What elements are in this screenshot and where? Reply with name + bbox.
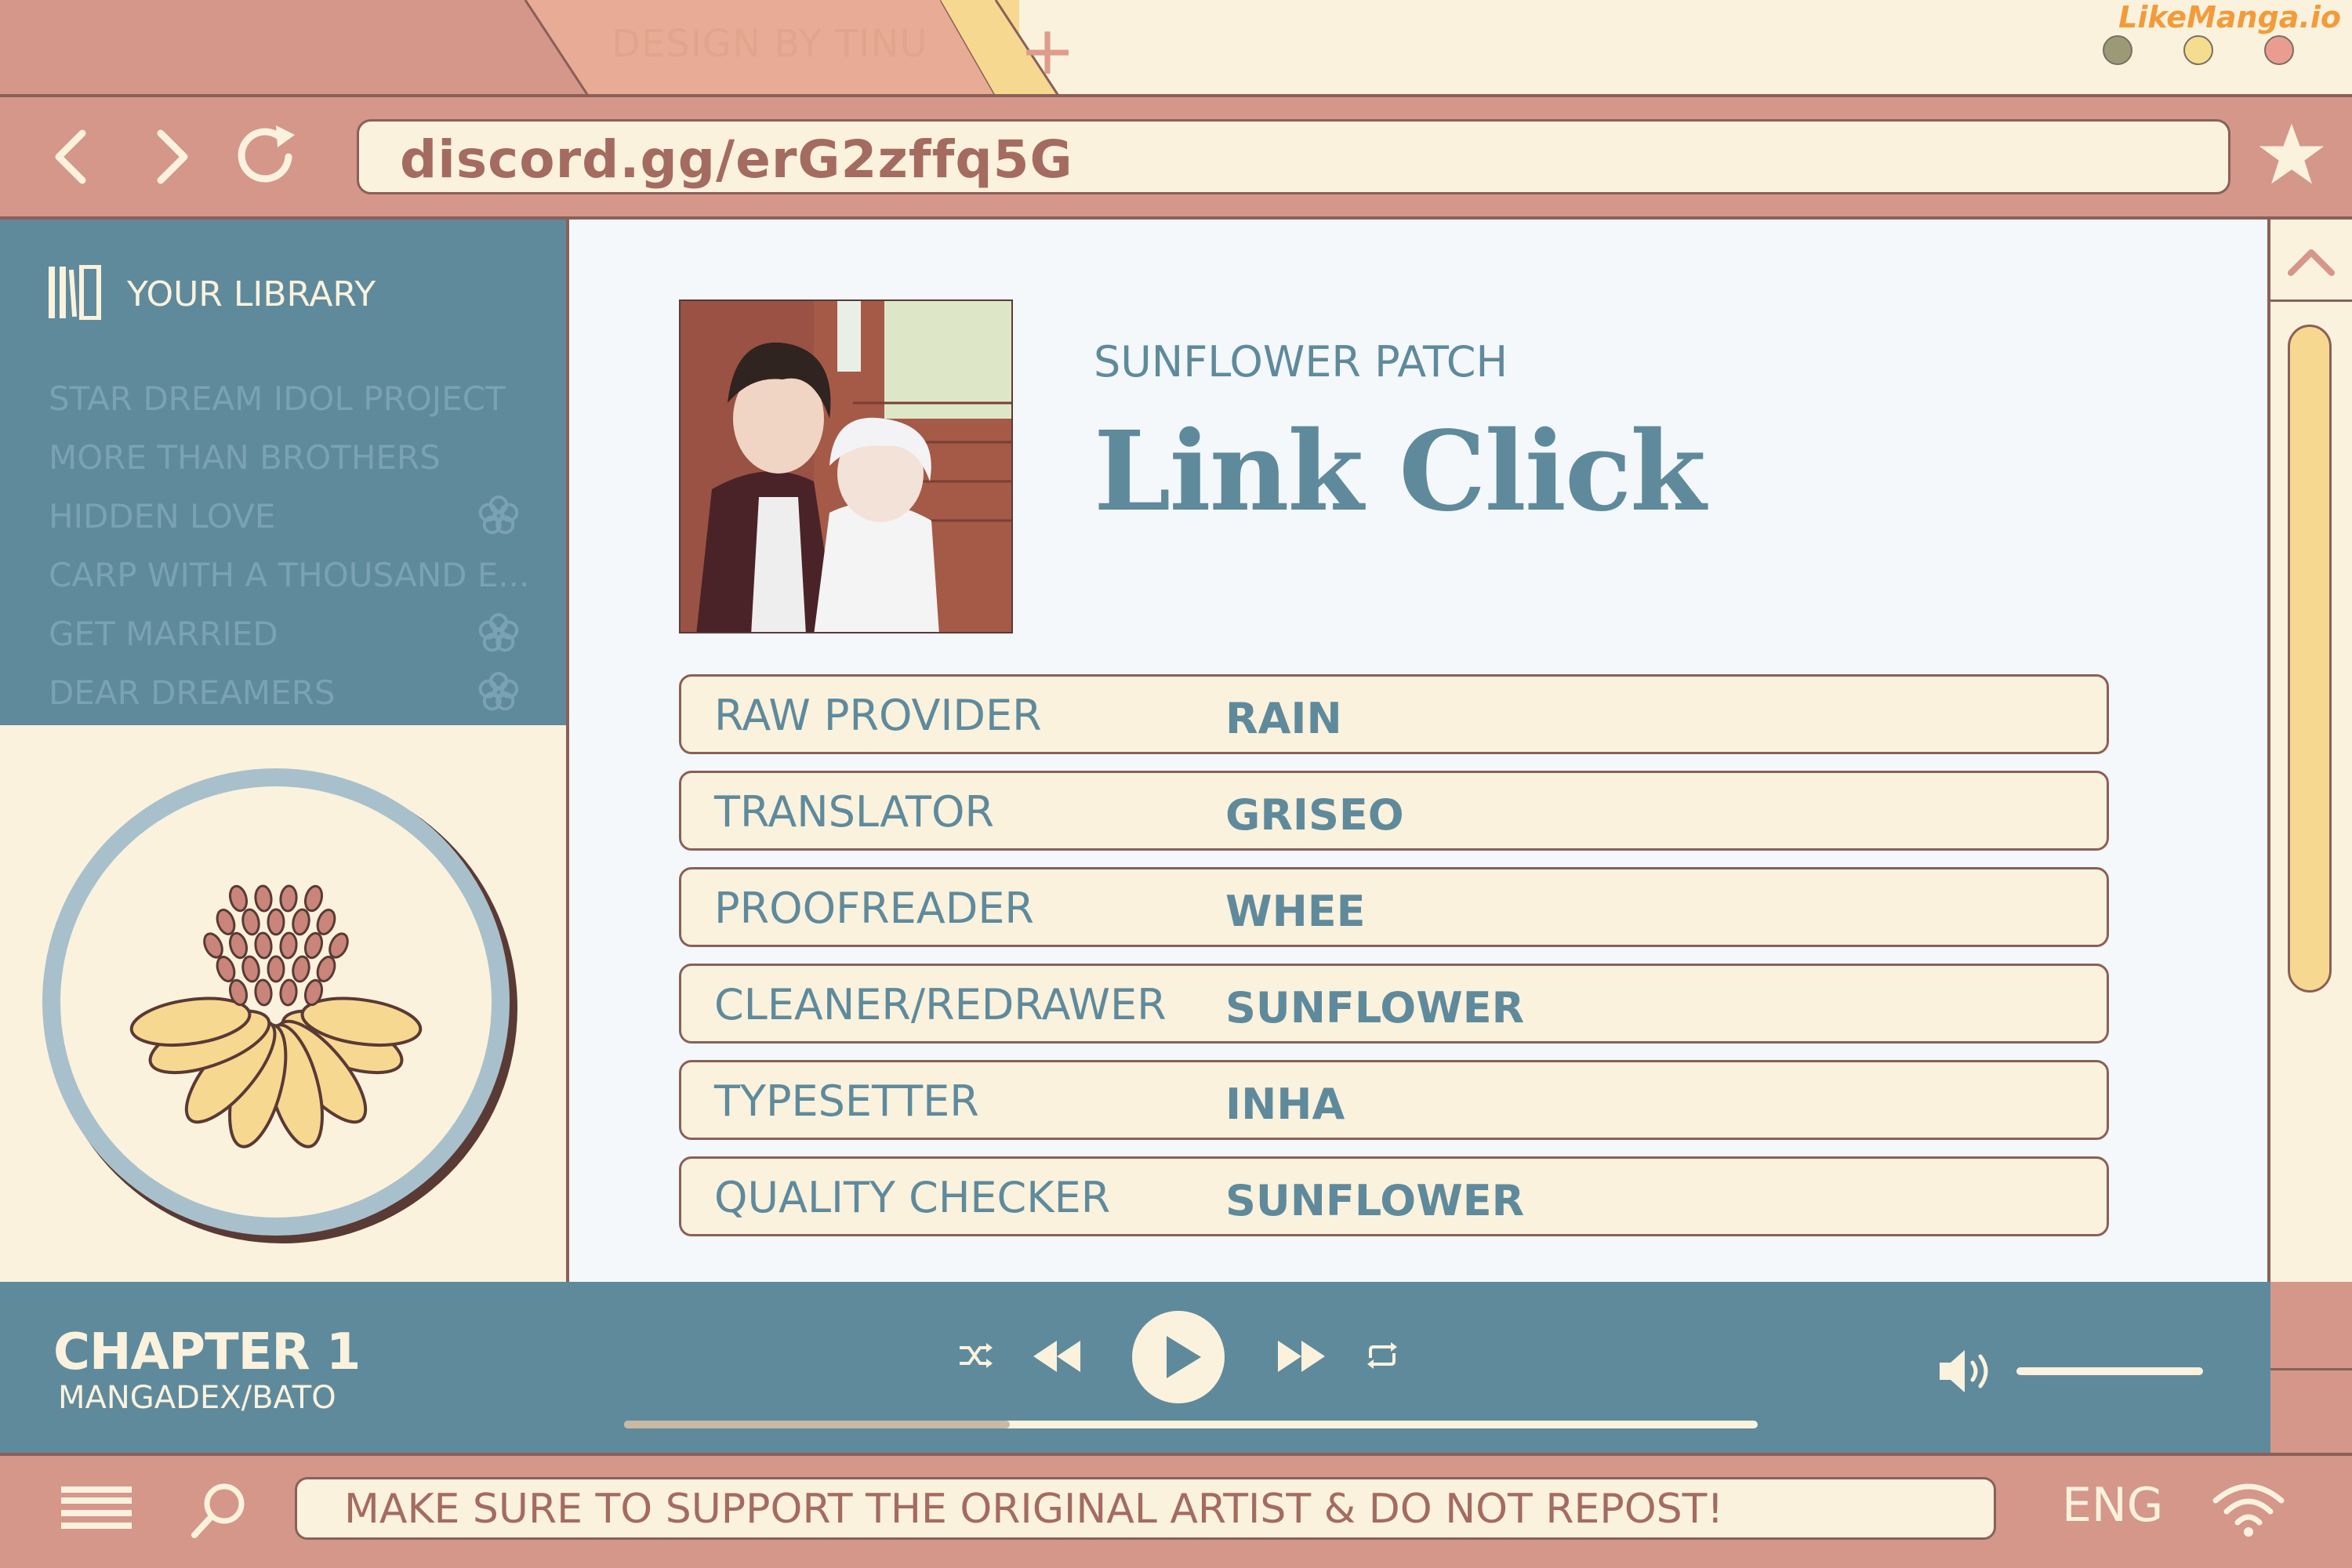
minimize-dot[interactable] — [2103, 35, 2132, 65]
language-indicator[interactable]: ENG — [2062, 1478, 2163, 1533]
credit-row: RAW PROVIDER RAIN — [679, 674, 2109, 754]
rewind-icon[interactable] — [1029, 1333, 1085, 1380]
credit-name: SUNFLOWER — [1225, 1176, 1525, 1225]
credit-role: RAW PROVIDER — [714, 691, 1042, 740]
tab-title[interactable]: DESIGN BY TINU — [612, 22, 928, 66]
progress-fill — [624, 1421, 1010, 1428]
flower-icon — [478, 613, 519, 652]
maximize-dot[interactable] — [2183, 35, 2213, 65]
chapter-title: CHAPTER 1 — [53, 1323, 361, 1381]
close-dot[interactable] — [2264, 35, 2294, 65]
library-item[interactable]: DEAR DREAMERS — [49, 673, 336, 712]
chapter-source: MANGADEX/BATO — [58, 1380, 336, 1416]
library-item[interactable]: GET MARRIED — [49, 615, 278, 653]
search-icon[interactable] — [187, 1479, 251, 1543]
library-item[interactable]: MORE THAN BROTHERS — [49, 438, 441, 477]
credit-row: CLEANER/REDRAWER SUNFLOWER — [679, 964, 2109, 1044]
library-icon — [49, 265, 101, 320]
credit-row: PROOFREADER WHEE — [679, 867, 2109, 947]
repeat-icon[interactable] — [1363, 1338, 1402, 1374]
library-item[interactable]: STAR DREAM IDOL PROJECT — [49, 379, 506, 418]
credit-role: TRANSLATOR — [714, 787, 995, 837]
notice-text: MAKE SURE TO SUPPORT THE ORIGINAL ARTIST… — [344, 1486, 1724, 1533]
credit-name: SUNFLOWER — [1225, 983, 1525, 1033]
reload-icon[interactable] — [227, 118, 306, 196]
star-icon[interactable] — [2254, 118, 2329, 193]
credit-role: QUALITY CHECKER — [714, 1173, 1111, 1222]
credit-role: CLEANER/REDRAWER — [714, 980, 1167, 1029]
credit-name: RAIN — [1225, 694, 1342, 743]
flower-icon — [478, 672, 519, 711]
address-bar[interactable]: discord.gg/erG2zffq5G — [357, 119, 2230, 194]
watermark: LikeManga.io — [2118, 0, 2341, 34]
scroll-down-icon[interactable] — [2283, 1385, 2339, 1441]
notice-bar: MAKE SURE TO SUPPORT THE ORIGINAL ARTIST… — [295, 1477, 1996, 1540]
credit-name: WHEE — [1225, 887, 1366, 936]
library-item[interactable]: HIDDEN LOVE — [49, 497, 275, 535]
url-text[interactable]: discord.gg/erG2zffq5G — [400, 129, 1073, 190]
divider — [2270, 1368, 2352, 1370]
shuffle-icon[interactable] — [955, 1336, 994, 1375]
credit-row: TYPESETTER INHA — [679, 1060, 2109, 1140]
cover-image — [679, 299, 1013, 633]
fast-forward-icon[interactable] — [1273, 1333, 1330, 1380]
credit-name: INHA — [1225, 1080, 1345, 1129]
volume-icon[interactable] — [1936, 1345, 1999, 1397]
credit-row: TRANSLATOR GRISEO — [679, 771, 2109, 851]
wifi-icon[interactable] — [2211, 1477, 2286, 1540]
flower-icon — [478, 495, 519, 535]
group-name: SUNFLOWER PATCH — [1094, 337, 1508, 387]
credit-role: PROOFREADER — [714, 884, 1034, 933]
divider — [2270, 299, 2352, 302]
scroll-thumb[interactable] — [2288, 325, 2332, 993]
play-button[interactable] — [1131, 1309, 1226, 1405]
library-item[interactable]: CARP WITH A THOUSAND E... — [49, 556, 529, 594]
library-header: YOUR LIBRARY — [127, 274, 376, 314]
new-tab-button[interactable]: + — [1019, 17, 1076, 85]
back-icon[interactable] — [31, 118, 110, 196]
volume-slider[interactable] — [2016, 1367, 2203, 1375]
credit-name: GRISEO — [1225, 790, 1404, 840]
forward-icon[interactable] — [133, 118, 212, 196]
menu-icon[interactable] — [60, 1480, 133, 1535]
credit-role: TYPESETTER — [714, 1076, 979, 1126]
series-title: Link Click — [1094, 408, 1706, 536]
sunflower-logo — [42, 768, 517, 1243]
tab-background — [0, 0, 588, 96]
scroll-up-icon[interactable] — [2283, 235, 2339, 292]
credit-row: QUALITY CHECKER SUNFLOWER — [679, 1156, 2109, 1236]
